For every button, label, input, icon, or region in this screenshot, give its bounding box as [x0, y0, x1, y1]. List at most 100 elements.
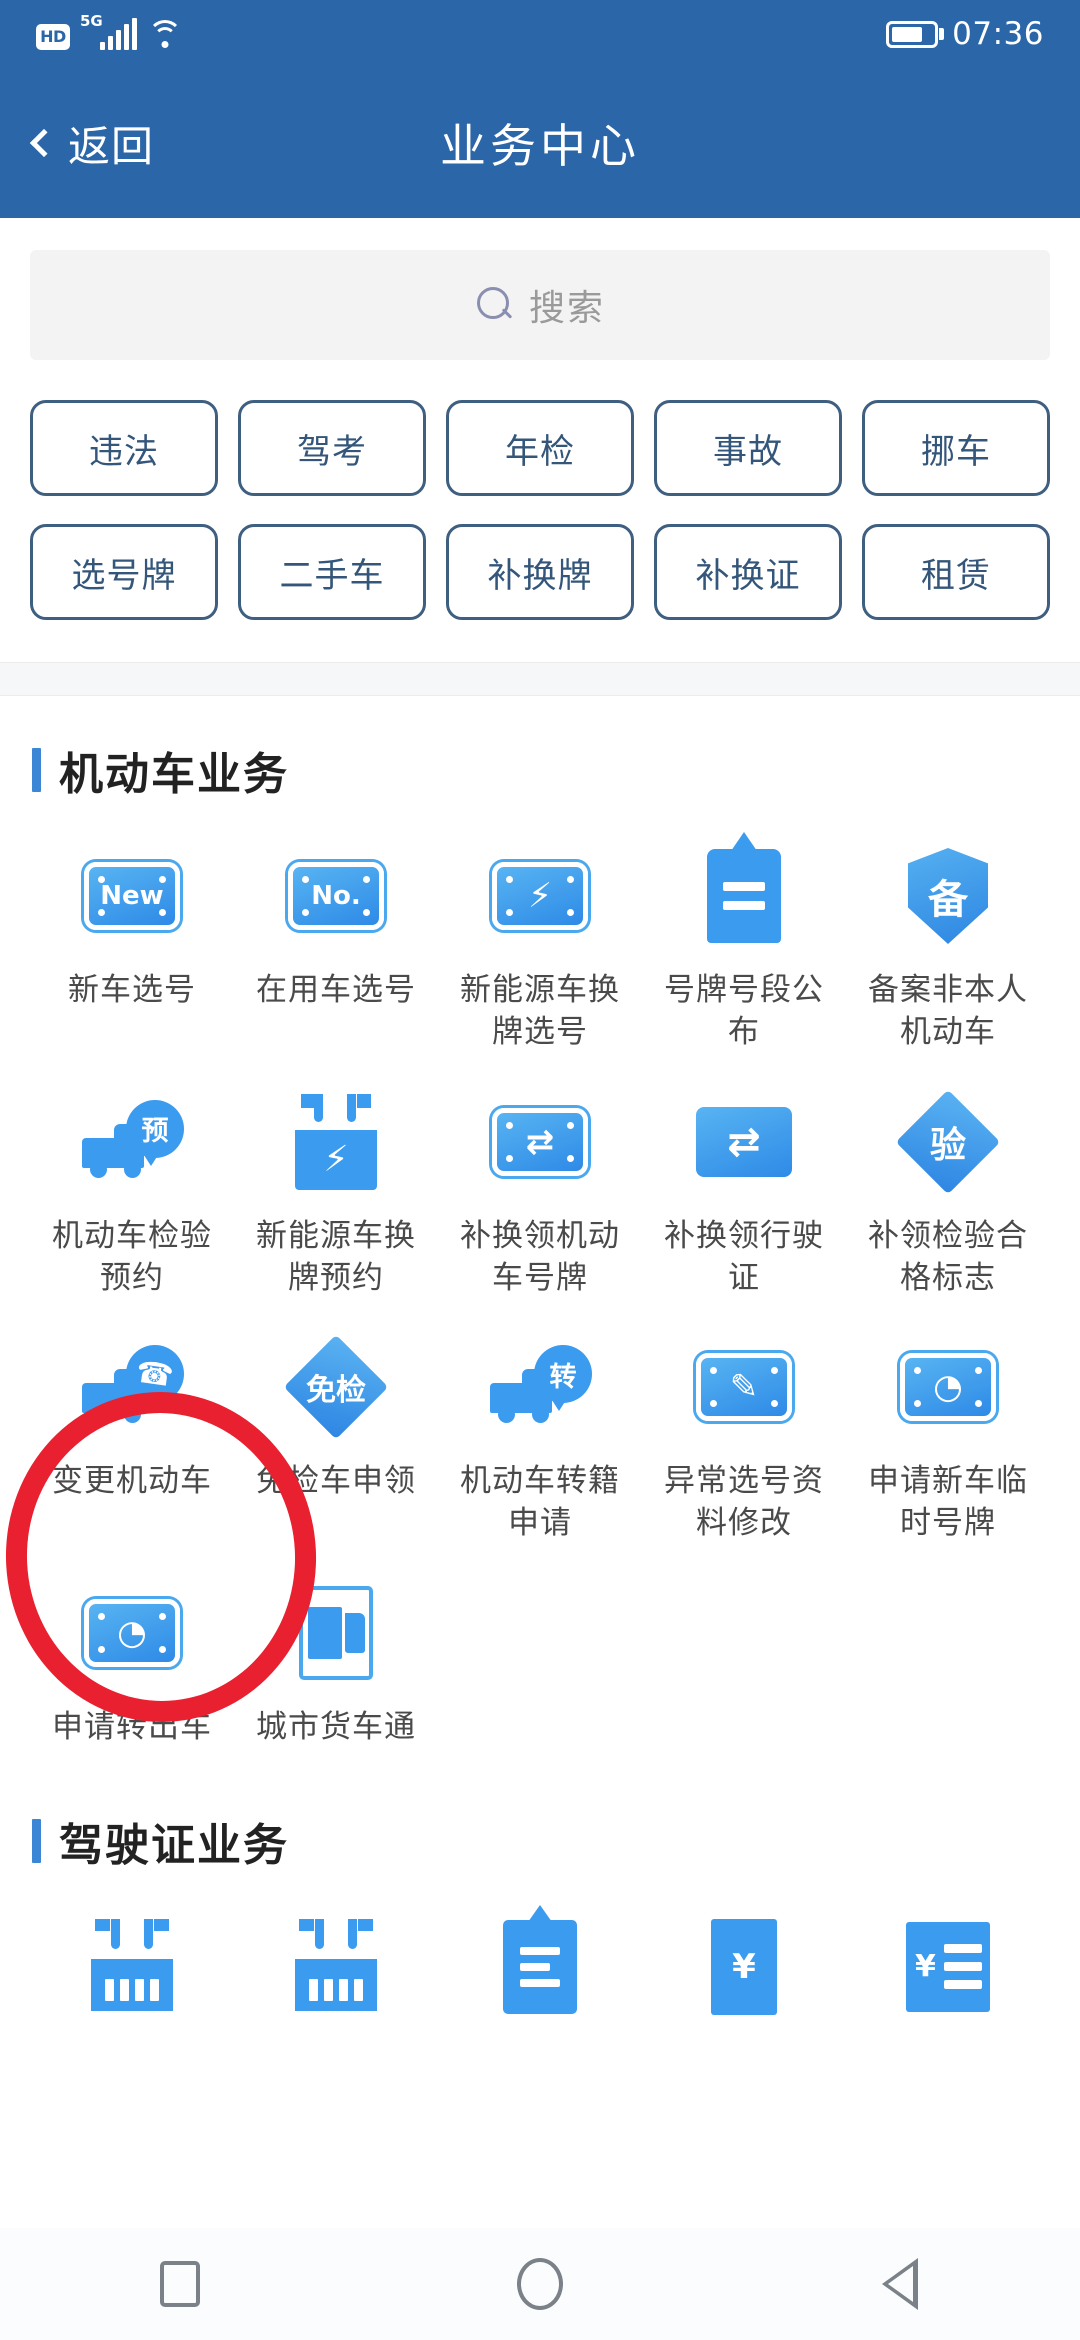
license-plate-clock-icon-glyph: ◔: [117, 1613, 147, 1654]
section-title-label: 机动车业务: [59, 749, 289, 800]
triangle-back-icon: [882, 2258, 918, 2310]
grid-item-license-5[interactable]: ¥: [846, 1903, 1050, 2059]
grid-item-nev-plate-appointment[interactable]: ⚡ 新能源车换牌预约: [234, 1078, 438, 1318]
back-button-label: 返回: [68, 121, 155, 171]
status-bar-left: HD 5G: [36, 14, 184, 50]
search-zone: 搜索: [0, 218, 1080, 360]
grid-item-abnormal-plate-edit[interactable]: ✎ 异常选号资料修改: [642, 1323, 846, 1563]
scroll-content: 搜索 违法 驾考 年检 事故 挪车 选号牌 二手车 补换牌 补换证 租赁 机动车…: [0, 218, 1080, 2059]
quick-tag-buhuanpai[interactable]: 补换牌: [446, 524, 634, 620]
battery-charge-icon: ⚡: [284, 1090, 388, 1194]
android-nav-bar: [0, 2228, 1080, 2340]
truck-appointment-icon-glyph: 预: [126, 1099, 184, 1166]
license-services-grid: ¥ ¥: [30, 1903, 1050, 2059]
vehicle-exchange-icon: ⇄: [692, 1090, 796, 1194]
grid-item-label: 申请转出车: [52, 1709, 212, 1746]
grid-item-label: 免检车申领: [256, 1463, 416, 1500]
yen-list-icon-glyph: ¥: [915, 1949, 936, 1985]
grid-item-label: 变更机动车: [52, 1463, 212, 1500]
page-title: 业务中心: [440, 119, 640, 173]
grid-item-label: 城市货车通: [256, 1709, 416, 1746]
tag-check-icon: [488, 1915, 592, 2019]
grid-item-license-4[interactable]: ¥: [642, 1903, 846, 2059]
yen-list-icon: ¥: [896, 1915, 1000, 2019]
grid-item-new-plate-selection[interactable]: New 新车选号: [30, 832, 234, 1072]
yen-edit-icon-glyph: ¥: [711, 1918, 777, 2015]
circle-home-icon: [517, 2258, 563, 2310]
grid-item-license-3[interactable]: [438, 1903, 642, 2059]
section-vehicle-services: 机动车业务 New 新车选号 No. 在用车选号 ⚡ 新能源车换牌选号 号牌号段…: [0, 696, 1080, 1767]
quick-tag-shigu[interactable]: 事故: [654, 400, 842, 496]
license-plate-exchange-icon-glyph: ⇄: [525, 1121, 555, 1162]
app-header: 返回 业务中心: [0, 68, 1080, 218]
home-button[interactable]: [475, 2228, 605, 2340]
grid-item-license-2[interactable]: [234, 1903, 438, 2059]
license-plate-clock-icon: ◔: [896, 1335, 1000, 1439]
grid-item-label: 号牌号段公布: [664, 972, 824, 1050]
grid-item-inuse-plate-selection[interactable]: No. 在用车选号: [234, 832, 438, 1072]
hd-icon: HD: [36, 24, 70, 50]
grid-item-label: 补换领行驶证: [664, 1217, 824, 1296]
grid-item-change-vehicle[interactable]: ☎ 变更机动车: [30, 1323, 234, 1563]
section-title-label: 驾驶证业务: [59, 1819, 289, 1871]
quick-tags: 违法 驾考 年检 事故 挪车 选号牌 二手车 补换牌 补换证 租赁: [0, 360, 1080, 662]
battery-icon: [886, 20, 939, 48]
vehicle-exchange-icon-glyph: ⇄: [727, 1118, 761, 1165]
section-title-accent-bar: [32, 748, 41, 792]
license-plate-lightning-icon: ⚡: [488, 844, 592, 948]
quick-tag-ershouche[interactable]: 二手车: [238, 524, 426, 620]
quick-tag-jiakao[interactable]: 驾考: [238, 400, 426, 496]
quick-tag-nuoche[interactable]: 挪车: [862, 400, 1050, 496]
phone-screen: HD 5G 07:36 返回 业务中心 搜索 违法 驾考 年检 事故 挪车 选号…: [0, 0, 1080, 2340]
grid-item-plate-range-publish[interactable]: 号牌号段公布: [642, 832, 846, 1072]
search-icon: [475, 285, 515, 325]
grid-item-inspection-appointment[interactable]: 预 机动车检验预约: [30, 1078, 234, 1318]
meter-icon: [284, 1915, 388, 2019]
meter-icon: [80, 1915, 184, 2019]
search-input[interactable]: 搜索: [30, 250, 1050, 360]
status-clock: 07:36: [952, 16, 1044, 52]
grid-item-replace-plate[interactable]: ⇄ 补换领机动车号牌: [438, 1078, 642, 1318]
quick-tag-nianjian[interactable]: 年检: [446, 400, 634, 496]
quick-tag-buhuanzheng[interactable]: 补换证: [654, 524, 842, 620]
grid-item-label: 机动车转籍申请: [460, 1463, 620, 1542]
chevron-left-icon: [29, 128, 59, 158]
grid-item-replace-license[interactable]: ⇄ 补换领行驶证: [642, 1078, 846, 1318]
grid-item-apply-temp-plate[interactable]: ◔ 申请新车临时号牌: [846, 1323, 1050, 1563]
section-divider: [0, 662, 1080, 696]
license-plate-new-icon: New: [80, 844, 184, 948]
license-plate-no-icon-glyph: No.: [311, 881, 361, 911]
back-nav-button[interactable]: [835, 2228, 965, 2340]
grid-item-replace-inspection-mark[interactable]: 验 补领检验合格标志: [846, 1078, 1050, 1318]
section-title-vehicle: 机动车业务: [30, 696, 1050, 832]
vehicle-services-grid: New 新车选号 No. 在用车选号 ⚡ 新能源车换牌选号 号牌号段公布 备 备…: [30, 832, 1050, 1767]
grid-item-label: 补换领机动车号牌: [460, 1217, 620, 1296]
city-truck-icon: [284, 1581, 388, 1685]
quick-tag-weifa[interactable]: 违法: [30, 400, 218, 496]
quick-tag-xuanhaopai[interactable]: 选号牌: [30, 524, 218, 620]
network-type-label: 5G: [80, 12, 103, 30]
recents-button[interactable]: [115, 2228, 245, 2340]
grid-item-exempt-vehicle-apply[interactable]: 免检 免检车申领: [234, 1323, 438, 1563]
grid-item-label: 新能源车换牌预约: [256, 1217, 416, 1296]
shield-record-icon-glyph: 备: [908, 848, 988, 944]
license-plate-edit-icon-glyph: ✎: [729, 1367, 759, 1408]
square-recents-icon: [160, 2261, 200, 2307]
license-plate-lightning-icon-glyph: ⚡: [528, 876, 552, 916]
grid-item-nev-plate-selection[interactable]: ⚡ 新能源车换牌选号: [438, 832, 642, 1072]
grid-item-label: 申请新车临时号牌: [868, 1463, 1028, 1542]
quick-tag-zulin[interactable]: 租赁: [862, 524, 1050, 620]
grid-item-label: 新车选号: [68, 972, 196, 1008]
diamond-inspect-icon: 验: [895, 1089, 1001, 1195]
grid-item-label: 备案非本人机动车: [868, 972, 1028, 1050]
grid-item-vehicle-transfer-apply[interactable]: 转 机动车转籍申请: [438, 1323, 642, 1563]
section-title-accent-bar: [32, 1818, 41, 1863]
grid-item-license-1[interactable]: [30, 1903, 234, 2059]
diamond-exempt-icon: 免检: [283, 1335, 389, 1440]
grid-item-record-other-vehicle[interactable]: 备 备案非本人机动车: [846, 832, 1050, 1072]
back-button[interactable]: 返回: [0, 113, 154, 174]
grid-item-apply-transfer-out[interactable]: ◔ 申请转出车: [30, 1569, 234, 1767]
license-plate-exchange-icon: ⇄: [488, 1090, 592, 1194]
grid-item-city-truck-pass[interactable]: 城市货车通: [234, 1569, 438, 1767]
grid-item-label: 机动车检验预约: [52, 1217, 212, 1296]
